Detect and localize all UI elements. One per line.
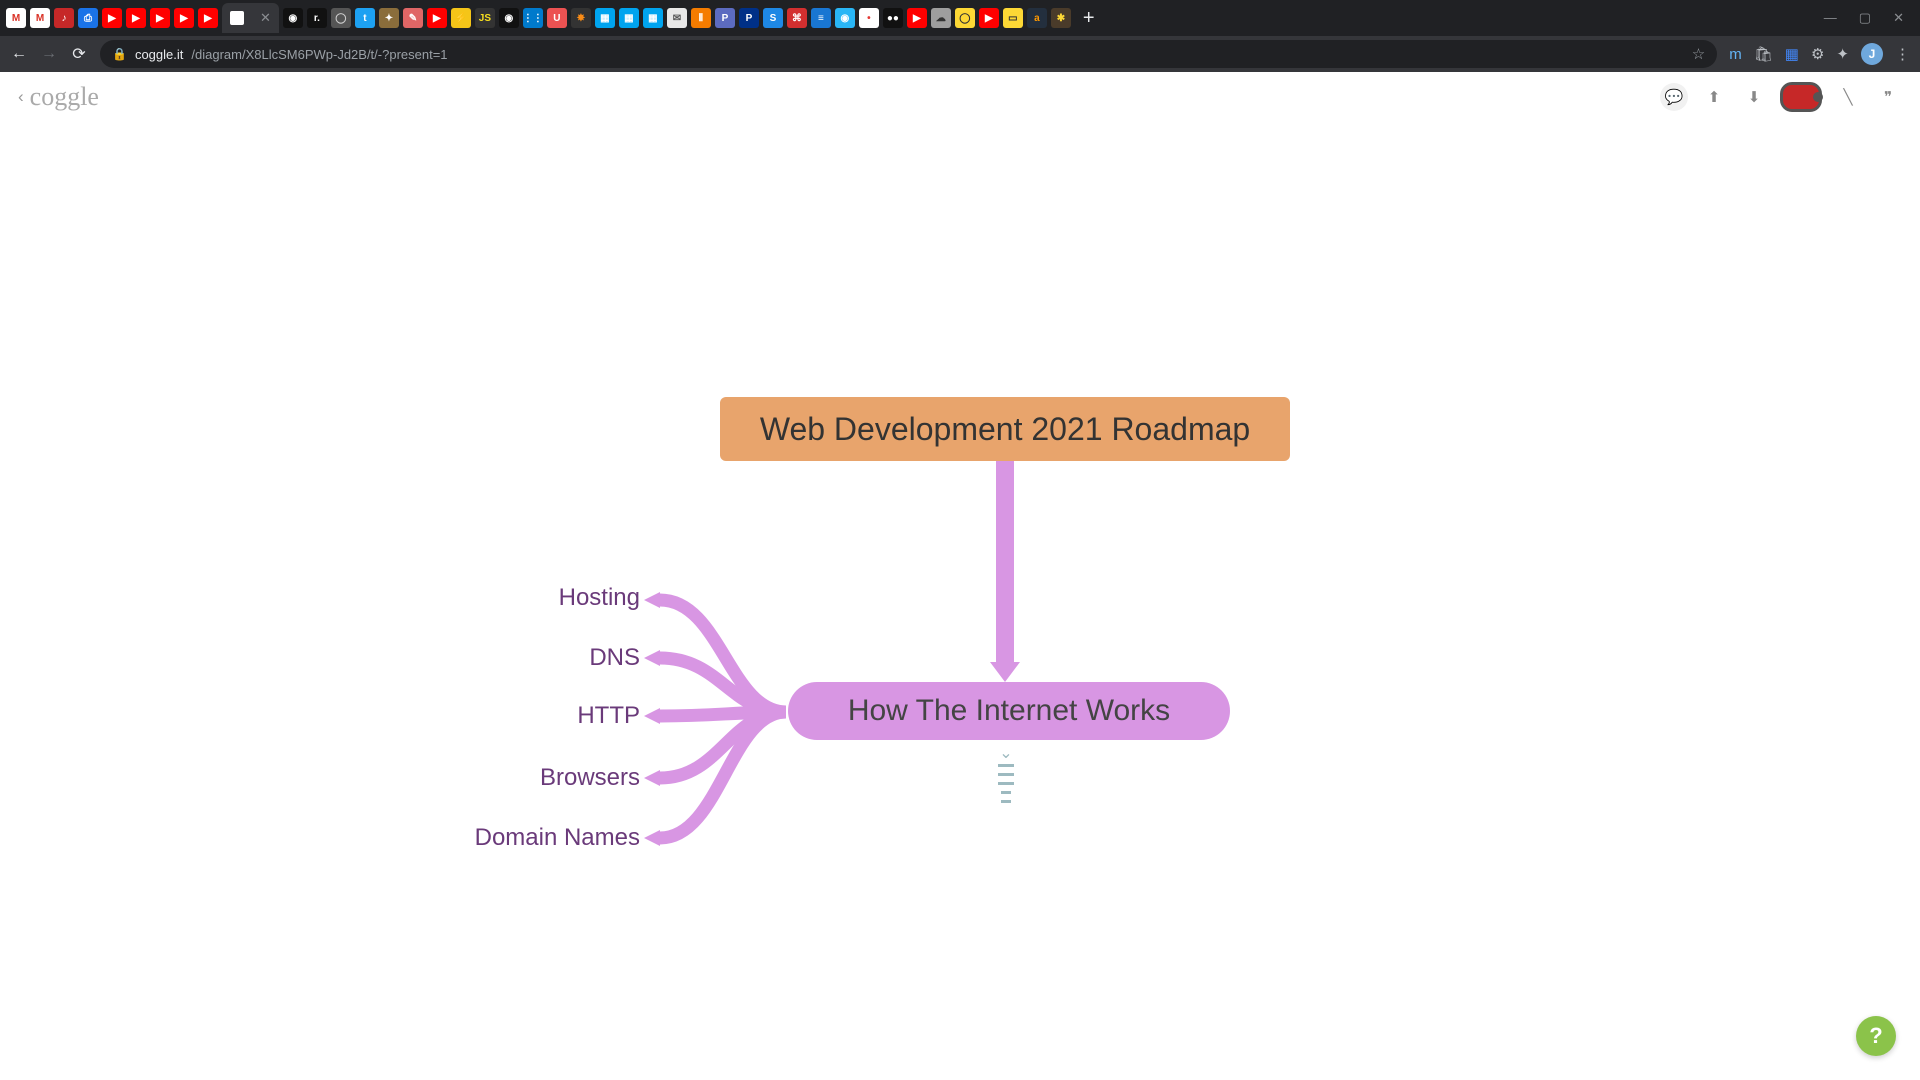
browser-toolbar: ← → ⟳ 🔒 coggle.it/diagram/X8LlcSM6PWp-Jd… <box>0 36 1920 72</box>
close-window-icon[interactable]: ✕ <box>1893 10 1904 26</box>
profile-avatar[interactable]: J <box>1861 43 1883 65</box>
tab-favicon[interactable]: ▦ <box>595 8 615 28</box>
tab-favicon[interactable]: ✦ <box>379 8 399 28</box>
window-controls: — ▢ ✕ <box>1824 10 1914 26</box>
ext-icon-1[interactable]: m <box>1729 46 1742 63</box>
tab-favicon[interactable]: ✸ <box>571 8 591 28</box>
tab-favicon[interactable]: ⚡ <box>451 8 471 28</box>
ext-icon-3[interactable]: ▦ <box>1785 45 1799 63</box>
tab-favicon[interactable]: ≡ <box>811 8 831 28</box>
future-connector: ⌄ <box>998 750 1014 803</box>
tab-favicon[interactable]: ▭ <box>1003 8 1023 28</box>
address-bar[interactable]: 🔒 coggle.it/diagram/X8LlcSM6PWp-Jd2B/t/-… <box>100 40 1717 68</box>
close-tab-icon[interactable]: ✕ <box>260 10 271 26</box>
tab-favicon[interactable]: ◯ <box>955 8 975 28</box>
tab-favicon[interactable]: M <box>6 8 26 28</box>
tab-favicon[interactable]: ▦ <box>619 8 639 28</box>
url-host: coggle.it <box>135 47 183 62</box>
connections-svg <box>0 72 1920 1080</box>
tab-favicon[interactable]: ▶ <box>102 8 122 28</box>
tab-favicon[interactable]: ▶ <box>150 8 170 28</box>
browser-tabstrip: MM♪⎙▶▶▶▶▶✕◉r.◯t✦✎▶⚡JS◉⋮⋮U✸▦▦▦✉⫴PPS⌘≡◉•●●… <box>0 0 1920 36</box>
tab-favicon[interactable]: P <box>739 8 759 28</box>
page-content: ‹ coggle 💬 ⬆ ⬇ ╲ ❞ <box>0 72 1920 1080</box>
new-tab-button[interactable]: + <box>1075 7 1103 30</box>
tab-favicon[interactable]: ⎙ <box>78 8 98 28</box>
tab-favicon[interactable]: M <box>30 8 50 28</box>
tab-favicon[interactable]: ✉ <box>667 8 687 28</box>
forward-button[interactable]: → <box>40 45 58 63</box>
tab-favicon[interactable]: ●● <box>883 8 903 28</box>
tab-favicon[interactable]: ◉ <box>835 8 855 28</box>
child-node[interactable]: How The Internet Works <box>788 682 1230 740</box>
tab-favicon[interactable]: a <box>1027 8 1047 28</box>
leaf-dns[interactable]: DNS <box>480 644 640 672</box>
tab-favicon[interactable]: ▦ <box>643 8 663 28</box>
tab-favicon[interactable]: ✱ <box>1051 8 1071 28</box>
tab-favicon[interactable]: ▶ <box>907 8 927 28</box>
tab-favicon[interactable]: ♪ <box>54 8 74 28</box>
mindmap-canvas[interactable]: Web Development 2021 Roadmap How The Int… <box>0 72 1920 1080</box>
tab-favicon[interactable]: ⫴ <box>691 8 711 28</box>
tab-favicon[interactable]: ⋮⋮ <box>523 8 543 28</box>
tab-favicon[interactable]: r. <box>307 8 327 28</box>
tab-favicon[interactable]: ◉ <box>283 8 303 28</box>
bookmark-star-icon[interactable]: ☆ <box>1692 45 1705 63</box>
maximize-icon[interactable]: ▢ <box>1859 10 1871 26</box>
help-button[interactable]: ? <box>1856 1016 1896 1056</box>
chrome-menu-icon[interactable]: ⋮ <box>1895 45 1910 63</box>
tab-favicon[interactable]: U <box>547 8 567 28</box>
tab-favicon[interactable]: ▶ <box>198 8 218 28</box>
tab-favicon[interactable]: ☁ <box>931 8 951 28</box>
tab-favicon[interactable]: ◉ <box>499 8 519 28</box>
tab-favicon[interactable]: ⌘ <box>787 8 807 28</box>
tab-favicon[interactable]: JS <box>475 8 495 28</box>
ext-icon-2[interactable]: 🛍 <box>1754 45 1773 63</box>
tab-favicon[interactable]: ▶ <box>979 8 999 28</box>
leaf-domain-names[interactable]: Domain Names <box>380 824 640 852</box>
lock-icon: 🔒 <box>112 47 127 61</box>
tab-favicon[interactable]: P <box>715 8 735 28</box>
ext-icon-settings[interactable]: ⚙ <box>1811 45 1824 63</box>
leaf-browsers[interactable]: Browsers <box>460 764 640 792</box>
leaf-http[interactable]: HTTP <box>480 702 640 730</box>
tab-favicon[interactable]: • <box>859 8 879 28</box>
active-tab[interactable]: ✕ <box>222 3 279 33</box>
tab-favicon[interactable]: ✎ <box>403 8 423 28</box>
tab-favicon[interactable]: S <box>763 8 783 28</box>
tab-favicon[interactable]: ◯ <box>331 8 351 28</box>
toolbar-right-icons: m 🛍 ▦ ⚙ ✦ J ⋮ <box>1729 43 1910 65</box>
extensions-icon[interactable]: ✦ <box>1836 45 1849 63</box>
reload-button[interactable]: ⟳ <box>70 44 88 64</box>
tab-favicon[interactable]: ▶ <box>126 8 146 28</box>
url-path: /diagram/X8LlcSM6PWp-Jd2B/t/-?present=1 <box>191 47 447 62</box>
minimize-icon[interactable]: — <box>1824 10 1837 26</box>
tab-favicon[interactable]: t <box>355 8 375 28</box>
root-node[interactable]: Web Development 2021 Roadmap <box>720 397 1290 461</box>
tab-favicon[interactable]: ▶ <box>427 8 447 28</box>
tab-favicon[interactable]: ▶ <box>174 8 194 28</box>
leaf-hosting[interactable]: Hosting <box>480 584 640 612</box>
back-button[interactable]: ← <box>10 45 28 63</box>
